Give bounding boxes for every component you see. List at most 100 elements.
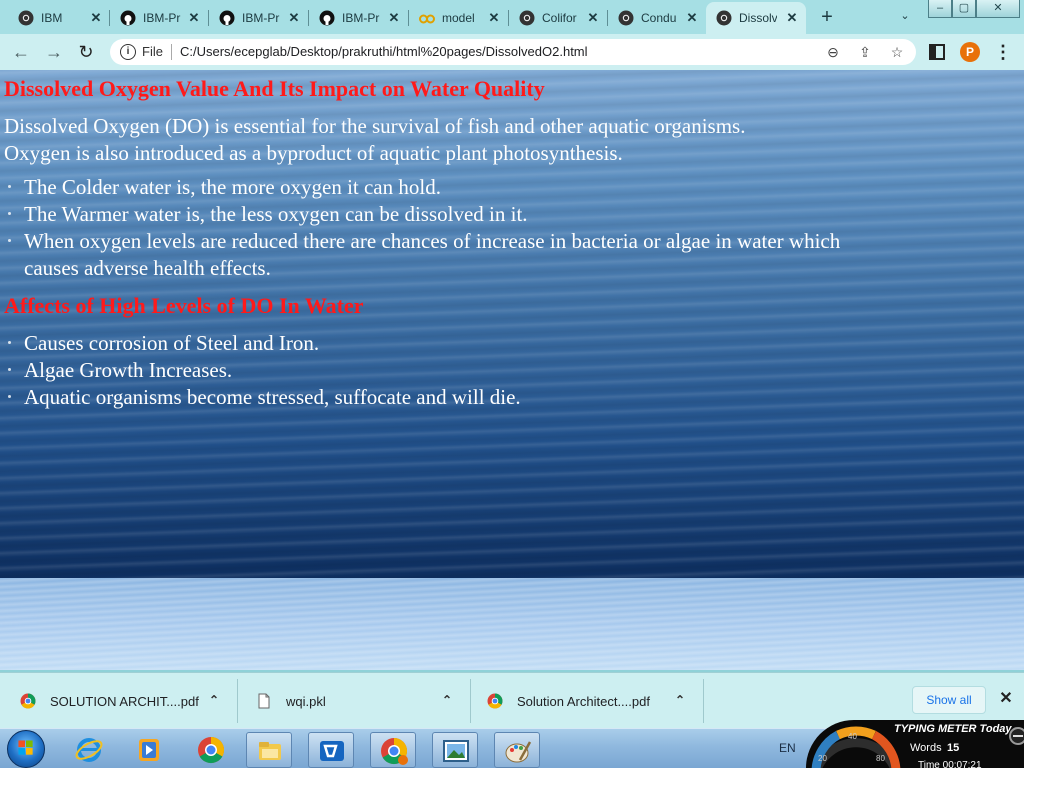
show-all-button[interactable]: Show all	[912, 686, 986, 714]
url-divider	[171, 44, 172, 60]
download-item[interactable]: Solution Architect....pdf ⌃	[487, 673, 703, 729]
gauge-label: 80	[876, 754, 885, 763]
chrome-pdf-icon	[487, 693, 503, 709]
download-filename: SOLUTION ARCHIT....pdf	[50, 693, 199, 709]
page-viewport: Dissolved Oxygen Value And Its Impact on…	[0, 70, 1024, 670]
intro-paragraph-line: Dissolved Oxygen (DO) is essential for t…	[4, 114, 746, 138]
menu-icon[interactable]: ⋮	[994, 42, 1012, 62]
tab-close-icon[interactable]: ✕	[684, 10, 700, 26]
gauge-label: 20	[818, 754, 827, 763]
windows-logo-icon	[18, 740, 33, 755]
tab-ibm-pr-2[interactable]: IBM-Pr ✕	[209, 4, 308, 32]
forward-button[interactable]: →	[43, 41, 65, 63]
taskbar-internet-explorer[interactable]	[66, 732, 112, 768]
file-icon	[258, 693, 270, 709]
download-separator	[237, 679, 238, 723]
download-filename: wqi.pkl	[286, 693, 326, 709]
chevron-up-icon[interactable]: ⌃	[205, 691, 223, 709]
chrome-icon	[198, 736, 225, 764]
tab-close-icon[interactable]: ✕	[486, 10, 502, 26]
time-value: Time 00:07:21	[918, 760, 982, 768]
list-item-text: Aquatic organisms become stressed, suffo…	[24, 385, 521, 409]
share-icon[interactable]: ⇪	[855, 42, 875, 62]
tab-coliform[interactable]: Colifor ✕	[509, 4, 607, 32]
back-button[interactable]: ←	[10, 41, 32, 63]
tab-close-icon[interactable]: ✕	[286, 10, 302, 26]
taskbar-chrome[interactable]	[188, 732, 234, 768]
taskbar-media-player[interactable]	[126, 732, 172, 768]
paint-icon	[505, 741, 532, 763]
list-item-text: The Colder water is, the more oxygen it …	[24, 175, 441, 199]
github-icon	[219, 10, 235, 26]
gauge-label: 40	[848, 732, 857, 741]
taskbar-chrome-profile[interactable]	[370, 732, 416, 768]
media-player-icon	[139, 739, 159, 761]
taskbar-vmware[interactable]	[308, 732, 354, 768]
tab-close-icon[interactable]: ✕	[386, 10, 402, 26]
page-title: Dissolved Oxygen Value And Its Impact on…	[4, 76, 545, 101]
chevron-up-icon[interactable]: ⌃	[671, 691, 689, 709]
tab-ibm[interactable]: IBM ✕	[8, 4, 110, 32]
tab-dissolved-oxygen[interactable]: Dissolv ✕	[706, 2, 806, 34]
taskbar-paint[interactable]	[494, 732, 540, 768]
bullet-icon	[8, 212, 11, 215]
chrome-icon	[18, 10, 34, 26]
tab-title: model	[442, 11, 475, 25]
list-item-text: When oxygen levels are reduced there are…	[24, 229, 841, 253]
browser-toolbar: ← → ↻ i File C:/Users/ecepglab/Desktop/p…	[0, 34, 1024, 70]
tab-ibm-pr-1[interactable]: IBM-Pr ✕	[110, 4, 208, 32]
start-button[interactable]	[7, 730, 45, 768]
tab-search-icon[interactable]: ⌄	[896, 9, 914, 25]
tab-ibm-pr-3[interactable]: IBM-Pr ✕	[309, 4, 408, 32]
profile-avatar[interactable]: P	[960, 42, 980, 62]
download-separator	[703, 679, 704, 723]
tab-title: IBM	[41, 11, 63, 25]
bookmark-star-icon[interactable]: ☆	[887, 42, 907, 62]
tab-conductivity[interactable]: Condu ✕	[608, 4, 706, 32]
address-bar[interactable]: i File C:/Users/ecepglab/Desktop/prakrut…	[110, 39, 916, 65]
close-window-button[interactable]: ✕	[976, 0, 1020, 18]
section-heading: Affects of High Levels of DO In Water	[4, 293, 364, 318]
download-filename: Solution Architect....pdf	[517, 693, 650, 709]
tab-strip: IBM ✕ IBM-Pr ✕ IBM-Pr ✕ IBM-Pr ✕ model ✕	[0, 0, 1024, 34]
zoom-icon[interactable]: ⊖	[823, 42, 843, 62]
list-item-text: causes adverse health effects.	[24, 256, 271, 280]
side-panel-icon[interactable]	[929, 44, 945, 60]
file-explorer-icon	[259, 742, 281, 760]
taskbar-photo-viewer[interactable]	[432, 732, 478, 768]
tab-close-icon[interactable]: ✕	[186, 10, 202, 26]
new-tab-button[interactable]: +	[816, 6, 838, 28]
tab-close-icon[interactable]: ✕	[784, 10, 800, 26]
maximize-button[interactable]: ▢	[952, 0, 976, 18]
chevron-up-icon[interactable]: ⌃	[438, 691, 456, 709]
chrome-profile-icon	[381, 737, 408, 765]
typing-meter-widget[interactable]: 40 20 80 TYPING METER Today Words 15 Tim…	[806, 720, 1024, 768]
list-item-text: Algae Growth Increases.	[24, 358, 233, 382]
bullet-icon	[8, 368, 11, 371]
download-item[interactable]: wqi.pkl ⌃	[256, 673, 470, 729]
language-indicator[interactable]: EN	[779, 741, 796, 755]
chrome-pdf-icon	[20, 693, 36, 709]
tab-title: IBM-Pr	[143, 11, 181, 25]
close-downloads-icon[interactable]: ✕	[996, 689, 1016, 709]
tab-close-icon[interactable]: ✕	[585, 10, 601, 26]
tab-close-icon[interactable]: ✕	[88, 10, 104, 26]
tab-title: IBM-Pr	[242, 11, 280, 25]
intro-paragraph-line: Oxygen is also introduced as a byproduct…	[4, 141, 623, 165]
tab-model[interactable]: model ✕	[409, 4, 508, 32]
minimize-button[interactable]: –	[928, 0, 952, 18]
vmware-icon	[320, 741, 344, 761]
browser-window: IBM ✕ IBM-Pr ✕ IBM-Pr ✕ IBM-Pr ✕ model ✕	[0, 0, 1024, 768]
download-item[interactable]: SOLUTION ARCHIT....pdf ⌃	[20, 673, 236, 729]
background-water-strip	[0, 578, 1024, 670]
bullet-icon	[8, 239, 11, 242]
reload-button[interactable]: ↻	[75, 41, 97, 63]
tab-title: IBM-Pr	[342, 11, 380, 25]
github-icon	[319, 10, 335, 26]
internet-explorer-icon	[75, 738, 103, 762]
url-text[interactable]: C:/Users/ecepglab/Desktop/prakruthi/html…	[180, 44, 588, 59]
info-icon[interactable]: i	[120, 44, 136, 60]
taskbar-file-explorer[interactable]	[246, 732, 292, 768]
bullet-icon	[8, 395, 11, 398]
typing-meter-toggle-bar	[1013, 735, 1023, 737]
